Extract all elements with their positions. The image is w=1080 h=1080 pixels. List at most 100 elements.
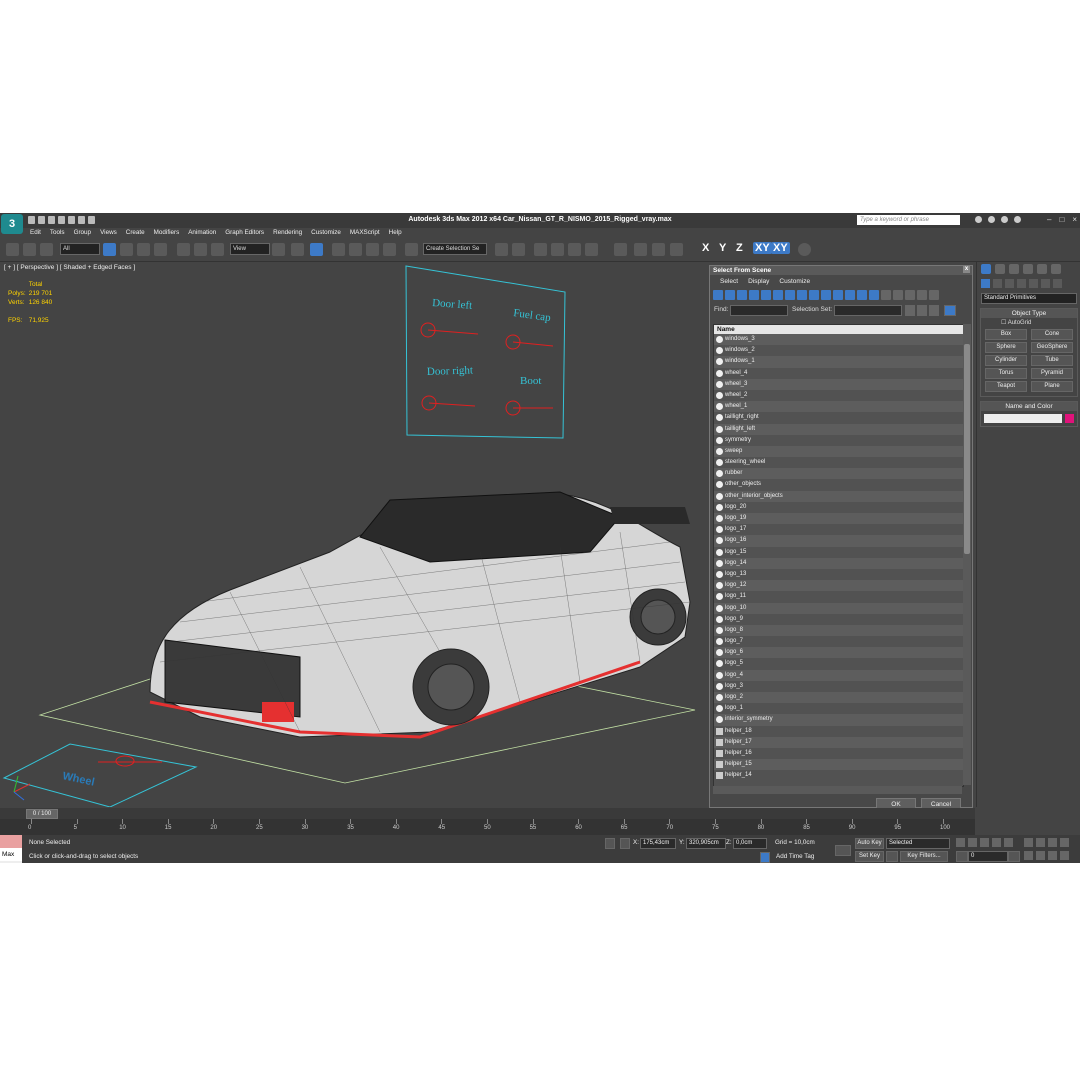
go-to-end-icon[interactable] [1004,838,1013,847]
selection-set-dropdown[interactable] [834,305,902,316]
filter-hidden-icon[interactable] [845,290,855,300]
autogrid-checkbox[interactable]: ☐ [1001,320,1008,326]
list-horizontal-scrollbar[interactable] [713,786,962,794]
axis-x-button[interactable]: X [702,242,709,254]
orbit-icon[interactable] [1048,851,1057,860]
key-mode-icon[interactable] [835,845,851,856]
scene-object-row[interactable]: helper_17 [714,736,963,748]
select-manipulate-icon[interactable] [291,243,304,256]
modify-tab-icon[interactable] [995,264,1005,274]
scene-object-row[interactable]: logo_19 [714,513,963,525]
keyboard-shortcut-override-icon[interactable] [310,243,323,256]
cylinder-button[interactable]: Cylinder [985,355,1027,366]
menu-help[interactable]: Help [389,229,402,236]
communication-center-icon[interactable] [988,216,995,223]
viewport-label[interactable]: [ + ] [ Perspective ] [ Shaded + Edged F… [4,264,135,271]
display-tab-icon[interactable] [1037,264,1047,274]
scene-object-row[interactable]: helper_14 [714,770,963,781]
spacewarps-category-icon[interactable] [1041,279,1050,288]
scene-object-row[interactable]: logo_4 [714,669,963,681]
scene-object-row[interactable]: logo_2 [714,692,963,704]
filter-cameras-icon[interactable] [749,290,759,300]
render-setup-icon[interactable] [634,243,647,256]
filter-shapes-icon[interactable] [725,290,735,300]
material-editor-icon[interactable] [614,243,627,256]
track-bar[interactable]: 0 5 10 15 20 25 30 35 40 45 50 55 60 65 70 75 80 85 90 95 10… [0,819,975,835]
helpers-category-icon[interactable] [1029,279,1038,288]
percent-snap-icon[interactable] [366,243,379,256]
object-name-input[interactable] [984,414,1062,423]
selection-filter-dropdown[interactable]: All [60,243,100,255]
favorites-icon[interactable] [1001,216,1008,223]
default-tangent-icon[interactable] [886,851,898,862]
menu-modifiers[interactable]: Modifiers [154,229,180,236]
menu-maxscript[interactable]: MAXScript [350,229,380,236]
cone-button[interactable]: Cone [1031,329,1073,340]
add-time-tag-button[interactable]: Add Time Tag [776,853,814,860]
sync-selection-icon[interactable] [905,290,915,300]
create-tab-icon[interactable] [981,264,991,274]
current-frame-field[interactable]: 0 [968,851,1008,862]
next-frame-icon[interactable] [992,838,1001,847]
scene-object-row[interactable]: rubber [714,468,963,480]
absolute-mode-icon[interactable] [620,838,630,849]
spinner-snap-icon[interactable] [383,243,396,256]
scene-object-row[interactable]: logo_12 [714,580,963,592]
object-type-title[interactable]: Object Type [981,309,1077,318]
selection-lock-icon[interactable] [605,838,615,849]
scene-object-row[interactable]: logo_11 [714,591,963,602]
scene-object-row[interactable]: logo_17 [714,524,963,535]
filter-frozen-icon[interactable] [833,290,843,300]
pan-icon[interactable] [1036,851,1045,860]
angle-snap-icon[interactable] [349,243,362,256]
scene-object-row[interactable]: logo_8 [714,624,963,637]
auto-key-button[interactable]: Auto Key [855,838,884,849]
plane-button[interactable]: Plane [1031,381,1073,392]
scene-object-row[interactable]: wheel_2 [714,390,963,401]
dialog-title-bar[interactable]: Select From Scene x [710,266,972,275]
scene-object-row[interactable]: logo_10 [714,602,963,614]
unlink-icon[interactable] [23,243,36,256]
select-and-link-icon[interactable] [6,243,19,256]
zoom-all-icon[interactable] [1036,838,1045,847]
sphere-button[interactable]: Sphere [985,342,1027,353]
filter-lights-icon[interactable] [737,290,747,300]
snaps-toggle-icon[interactable] [332,243,345,256]
filter-bones-icon[interactable] [809,290,819,300]
scene-object-row[interactable]: steering_wheel [714,457,963,468]
scene-object-row[interactable]: other_objects [714,479,963,490]
time-tag-icon[interactable] [760,852,770,863]
help-search-input[interactable]: Type a keyword or phrase [857,215,960,225]
scene-object-row[interactable]: wheel_4 [714,368,963,379]
key-mode-toggle-icon[interactable] [956,851,968,862]
geosphere-button[interactable]: GeoSphere [1031,342,1073,353]
dialog-menu-select[interactable]: Select [720,278,738,285]
field-of-view-icon[interactable] [1024,851,1033,860]
zoom-extents-icon[interactable] [1048,838,1057,847]
scene-object-row[interactable]: windows_3 [714,334,963,346]
scene-object-row[interactable]: wheel_3 [714,378,963,390]
name-column-header[interactable]: Name [714,325,963,334]
dialog-menu-customize[interactable]: Customize [779,278,810,285]
curve-editor-icon[interactable] [568,243,581,256]
app-logo-button[interactable]: 3 [1,214,23,234]
scene-object-row[interactable]: logo_7 [714,636,963,647]
schematic-view-icon[interactable] [585,243,598,256]
menu-tools[interactable]: Tools [50,229,65,236]
hierarchy-tab-icon[interactable] [1009,264,1019,274]
motion-tab-icon[interactable] [1023,264,1033,274]
bind-space-warp-icon[interactable] [40,243,53,256]
menu-graph-editors[interactable]: Graph Editors [225,229,264,236]
time-slider-knob[interactable]: 0 / 100 [26,809,58,819]
utilities-tab-icon[interactable] [1051,264,1061,274]
filter-spacewarps-icon[interactable] [773,290,783,300]
menu-group[interactable]: Group [74,229,92,236]
selection-set-menu-icon[interactable] [944,305,956,316]
display-children-icon[interactable] [881,290,891,300]
object-color-swatch[interactable] [1065,414,1074,423]
play-icon[interactable] [980,838,989,847]
scene-object-row[interactable]: taillight_left [714,423,963,435]
minimize-icon[interactable]: – [1047,215,1051,224]
axis-z-button[interactable]: Z [736,242,743,254]
primitive-type-dropdown[interactable]: Standard Primitives [981,293,1077,304]
